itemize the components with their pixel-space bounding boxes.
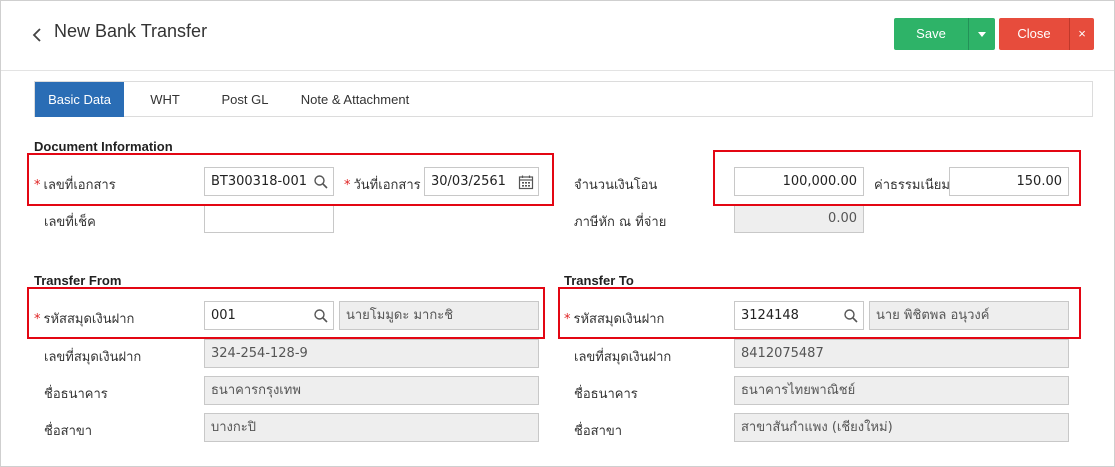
highlight-box-transfer-from: [27, 287, 545, 339]
save-options-dropdown[interactable]: [968, 18, 995, 50]
to-branch-field: สาขาสันกำแพง (เชียงใหม่): [734, 413, 1069, 442]
transfer-amount-label: จำนวนเงินโอน: [574, 178, 658, 193]
from-bank-field: ธนาคารกรุงเทพ: [204, 376, 539, 405]
from-branch-label: ชื่อสาขา: [44, 424, 93, 439]
close-button[interactable]: Close: [999, 18, 1069, 50]
to-bank-label: ชื่อธนาคาร: [574, 387, 638, 402]
to-branch-label: ชื่อสาขา: [574, 424, 623, 439]
wht-label: ภาษีหัก ณ ที่จ่าย: [574, 215, 667, 230]
window-frame: New Bank Transfer Save Close × Basic Dat…: [0, 0, 1115, 467]
section-document-information: Document Information: [34, 139, 173, 154]
tab-note-attachment[interactable]: Note & Attachment: [293, 82, 417, 117]
section-transfer-to: Transfer To: [564, 273, 634, 288]
tab-basic-data[interactable]: Basic Data: [35, 82, 124, 117]
to-account-no-label: เลขที่สมุดเงินฝาก: [574, 350, 672, 365]
from-branch-field: บางกะปิ: [204, 413, 539, 442]
from-account-no-field: 324-254-128-9: [204, 339, 539, 368]
section-transfer-from: Transfer From: [34, 273, 122, 288]
wht-input: 0.00: [734, 204, 864, 233]
to-bank-field: ธนาคารไทยพาณิชย์: [734, 376, 1069, 405]
caret-down-icon: [978, 32, 986, 38]
highlight-box-amount: [713, 150, 1081, 206]
from-bank-label: ชื่อธนาคาร: [44, 387, 108, 402]
page-header: New Bank Transfer Save Close ×: [1, 1, 1114, 71]
highlight-box-document: [27, 153, 554, 206]
close-x-button[interactable]: ×: [1069, 18, 1094, 50]
tab-bar: Basic Data WHT Post GL Note & Attachment: [34, 81, 1093, 117]
save-button[interactable]: Save: [894, 18, 968, 50]
cheque-no-input[interactable]: [204, 204, 334, 233]
tab-wht[interactable]: WHT: [135, 82, 195, 117]
cheque-no-label: เลขที่เช็ค: [44, 215, 96, 230]
tab-post-gl[interactable]: Post GL: [210, 82, 280, 117]
to-account-no-field: 8412075487: [734, 339, 1069, 368]
highlight-box-transfer-to: [558, 287, 1081, 339]
chevron-left-icon[interactable]: [31, 23, 47, 45]
from-account-no-label: เลขที่สมุดเงินฝาก: [44, 350, 142, 365]
page-title: New Bank Transfer: [54, 21, 208, 41]
